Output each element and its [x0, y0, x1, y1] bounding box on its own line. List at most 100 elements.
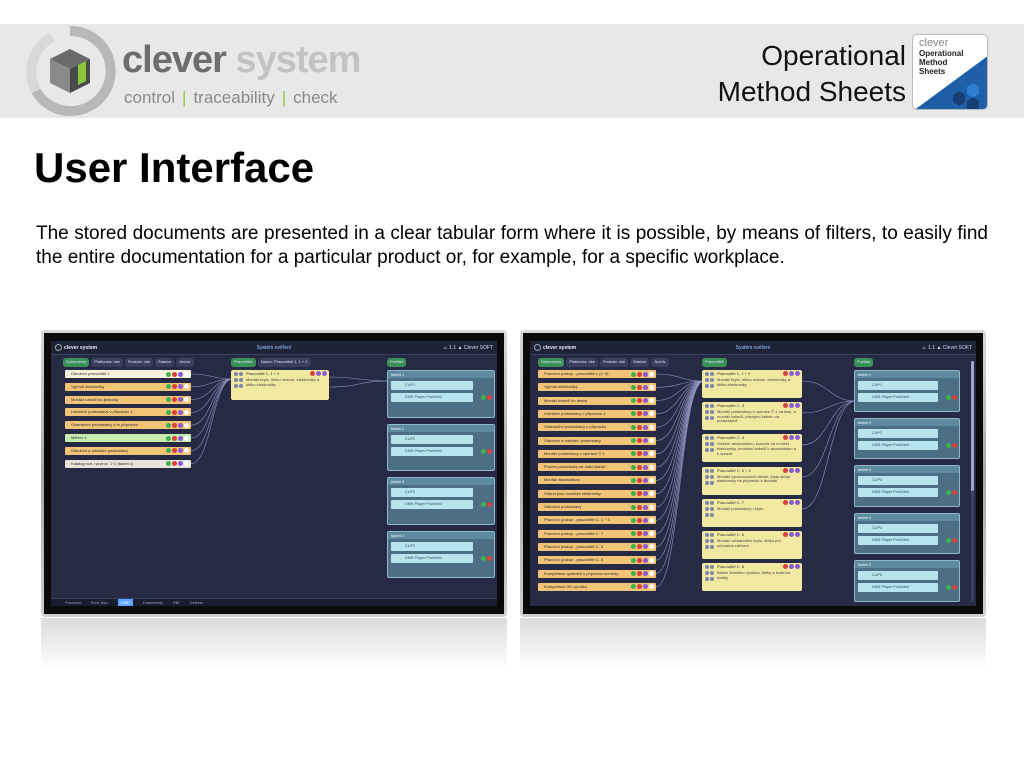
action-dot-icon[interactable]: [487, 448, 492, 454]
filter-chip[interactable]: Počítač: [387, 358, 407, 367]
action-dot-icon[interactable]: [643, 544, 648, 550]
action-dot-icon[interactable]: [637, 438, 642, 443]
workplace-device[interactable]: DMS Player Prohlížeč: [391, 446, 473, 456]
action-dot-icon[interactable]: [952, 537, 957, 543]
action-dot-icon[interactable]: [649, 371, 654, 377]
action-dot-icon[interactable]: [172, 435, 177, 441]
operation-card[interactable]: Pracoviště 1, 1 + 2 Montáž krytu, štítku …: [231, 370, 329, 400]
action-dot-icon[interactable]: [637, 517, 642, 523]
action-dot-icon[interactable]: [795, 499, 800, 505]
action-dot-icon[interactable]: [631, 398, 636, 404]
action-dot-icon[interactable]: [637, 371, 642, 377]
action-dot-icon[interactable]: [631, 504, 636, 510]
action-dot-icon[interactable]: [789, 435, 794, 441]
workplace-device[interactable]: CUP2: [391, 434, 473, 444]
operation-card[interactable]: Pracoviště C. 5 + 2 Montáž vymezovacích d…: [702, 466, 802, 495]
workplace-device[interactable]: DMS Player Prohlížeč: [391, 500, 473, 509]
action-dot-icon[interactable]: [637, 584, 642, 590]
document-row[interactable]: Odstranění podsestavy z lis přípravku: [65, 421, 191, 430]
document-row[interactable]: Měření 1: [65, 434, 191, 442]
document-row[interactable]: Montáž podsestavy z operace Č.1: [538, 449, 656, 458]
status-item[interactable]: Celkem: [190, 599, 204, 606]
document-row[interactable]: Pracovní postup - pracoviště C. 6: [538, 556, 656, 565]
workplace-device[interactable]: DMS Player Prohlížeč: [858, 393, 938, 402]
action-dot-icon[interactable]: [178, 409, 183, 415]
action-dot-icon[interactable]: [631, 371, 636, 377]
action-dot-icon[interactable]: [637, 384, 642, 390]
action-dot-icon[interactable]: [649, 451, 654, 457]
filter-chip[interactable]: Produkt: vše: [124, 358, 154, 367]
filter-chip[interactable]: Stanice: [630, 358, 650, 367]
action-dot-icon[interactable]: [631, 451, 636, 457]
action-dot-icon[interactable]: [649, 411, 654, 417]
action-dot-icon[interactable]: [631, 411, 636, 417]
action-dot-icon[interactable]: [184, 448, 189, 454]
action-dot-icon[interactable]: [946, 490, 951, 495]
workplace-device[interactable]: DMS Player Prohlížeč: [391, 393, 473, 402]
action-dot-icon[interactable]: [172, 384, 177, 390]
action-dot-icon[interactable]: [172, 448, 177, 454]
action-dot-icon[interactable]: [631, 584, 636, 590]
workplace-card[interactable]: tablet 4 CUP4 DMS Player Prohlížeč: [854, 512, 960, 554]
action-dot-icon[interactable]: [649, 544, 654, 550]
action-dot-icon[interactable]: [166, 409, 171, 415]
action-dot-icon[interactable]: [172, 409, 177, 415]
workplace-device[interactable]: CUP5: [858, 571, 938, 580]
action-dot-icon[interactable]: [783, 371, 788, 376]
action-dot-icon[interactable]: [952, 442, 957, 448]
action-dot-icon[interactable]: [649, 438, 654, 443]
filter-chip[interactable]: Dokumenty: [538, 358, 565, 367]
action-dot-icon[interactable]: [178, 435, 183, 441]
action-dot-icon[interactable]: [310, 371, 315, 376]
action-dot-icon[interactable]: [637, 411, 642, 417]
document-row[interactable]: Odložení podsestavy: [538, 503, 656, 511]
filter-chip[interactable]: Název: Pracoviště 1, 1 + 2: [257, 358, 311, 367]
action-dot-icon[interactable]: [166, 371, 171, 377]
action-dot-icon[interactable]: [166, 397, 171, 403]
action-dot-icon[interactable]: [631, 517, 636, 523]
action-dot-icon[interactable]: [184, 422, 189, 428]
action-dot-icon[interactable]: [316, 371, 321, 376]
document-row[interactable]: Vyjmutí elektroniky: [65, 382, 191, 391]
action-dot-icon[interactable]: [178, 448, 183, 454]
operation-card[interactable]: Pracoviště C. 3 Montáž podsestavy z opera…: [702, 402, 802, 431]
action-dot-icon[interactable]: [631, 464, 636, 470]
action-dot-icon[interactable]: [643, 371, 648, 377]
workplace-card[interactable]: tablet 3 CUP3 DMS Player Prohlížeč: [854, 465, 960, 507]
workplace-card[interactable]: tablet 1 CUP1 DMS Player Prohlížeč: [387, 370, 495, 418]
action-dot-icon[interactable]: [789, 499, 794, 505]
action-dot-icon[interactable]: [643, 517, 648, 523]
action-dot-icon[interactable]: [631, 557, 636, 563]
workplace-device[interactable]: DMS Player Prohlížeč: [858, 440, 938, 450]
action-dot-icon[interactable]: [643, 398, 648, 404]
action-dot-icon[interactable]: [481, 555, 486, 561]
status-item[interactable]: Filtr: [173, 599, 180, 606]
action-dot-icon[interactable]: [637, 557, 642, 563]
document-row[interactable]: Pracovní postup - pracoviště 1 (1÷3): [538, 370, 656, 378]
document-row[interactable]: Vyjmutí elektroniky: [538, 383, 656, 392]
action-dot-icon[interactable]: [481, 502, 486, 507]
action-dot-icon[interactable]: [789, 371, 794, 376]
action-dot-icon[interactable]: [643, 584, 648, 590]
action-dot-icon[interactable]: [631, 531, 636, 537]
action-dot-icon[interactable]: [643, 477, 648, 483]
action-dot-icon[interactable]: [643, 384, 648, 390]
document-row[interactable]: Odkud jsou montáže elektroniky: [538, 489, 656, 498]
document-row[interactable]: Kompletace OK výrobku: [538, 582, 656, 591]
action-dot-icon[interactable]: [178, 397, 183, 403]
document-row[interactable]: Montáž kabelů do jednotky: [65, 395, 191, 404]
document-row[interactable]: Montáž akumulátoru: [538, 476, 656, 485]
workplace-device[interactable]: DMS Player Prohlížeč: [858, 535, 938, 545]
workplace-card[interactable]: tablet 2 CUP2 DMS Player Prohlížeč: [854, 417, 960, 459]
action-dot-icon[interactable]: [184, 397, 189, 403]
workplace-card[interactable]: tablet 3 CUP3 DMS Player Prohlížeč: [387, 477, 495, 525]
document-row[interactable]: Pracovní postup - pracoviště C. 7: [538, 529, 656, 538]
action-dot-icon[interactable]: [643, 424, 648, 430]
status-item-active[interactable]: CMD: [117, 599, 133, 606]
action-dot-icon[interactable]: [649, 491, 654, 497]
action-dot-icon[interactable]: [795, 564, 800, 570]
action-dot-icon[interactable]: [631, 438, 636, 443]
operation-card[interactable]: Pracoviště 1, 1 + 2 Montáž krytu, štítku …: [702, 370, 802, 398]
action-dot-icon[interactable]: [166, 461, 171, 467]
action-dot-icon[interactable]: [649, 584, 654, 590]
